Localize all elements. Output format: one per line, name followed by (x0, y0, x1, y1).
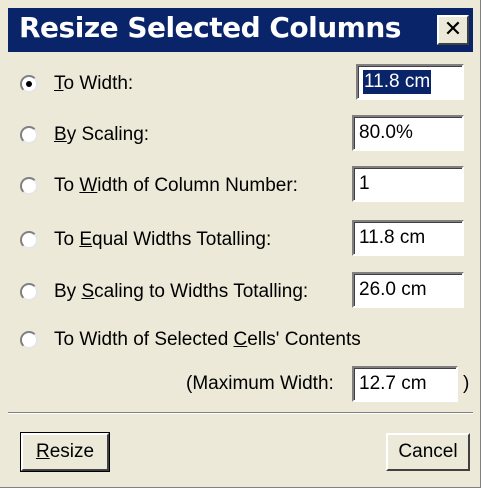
option-equal-widths[interactable]: To Equal Widths Totalling: (20, 222, 271, 258)
resize-button[interactable]: Resize (20, 432, 110, 472)
option-label: To Equal Widths Totalling: (54, 229, 272, 250)
equal-widths-input[interactable]: 11.8 cm (352, 220, 464, 256)
radio-to-width[interactable] (20, 75, 38, 93)
option-label: To Width of Column Number: (54, 175, 298, 196)
radio-equal-widths[interactable] (20, 231, 38, 249)
max-width-label: (Maximum Width: (186, 373, 334, 394)
max-width-close-paren: ) (463, 373, 470, 394)
close-icon: ✕ (443, 17, 463, 42)
option-by-scaling[interactable]: By Scaling: (20, 117, 149, 153)
to-width-input[interactable]: 11.8 cm (356, 64, 464, 100)
option-label: To Width of Selected Cells' Contents (54, 329, 361, 350)
column-number-input[interactable]: 1 (352, 166, 464, 202)
dialog-title: Resize Selected Columns (19, 11, 401, 44)
radio-scaling-widths[interactable] (20, 283, 38, 301)
option-scaling-widths[interactable]: By Scaling to Widths Totalling: (20, 274, 308, 310)
separator (8, 412, 473, 414)
scaling-widths-input[interactable]: 26.0 cm (352, 272, 464, 308)
cancel-button[interactable]: Cancel (386, 433, 470, 471)
option-label: To Width: (54, 73, 134, 94)
option-label: By Scaling: (54, 124, 150, 145)
option-column-number[interactable]: To Width of Column Number: (20, 168, 298, 204)
radio-by-scaling[interactable] (20, 126, 38, 144)
max-width-input[interactable]: 12.7 cm (352, 366, 458, 402)
title-bar[interactable]: Resize Selected Columns ✕ (8, 8, 473, 52)
close-button[interactable]: ✕ (437, 15, 469, 45)
option-cells-contents[interactable]: To Width of Selected Cells' Contents (20, 322, 361, 358)
radio-column-number[interactable] (20, 177, 38, 195)
by-scaling-input[interactable]: 80.0% (352, 115, 464, 151)
radio-cells-contents[interactable] (20, 331, 38, 349)
option-label: By Scaling to Widths Totalling: (54, 281, 309, 302)
resize-columns-dialog: Resize Selected Columns ✕ To Width: 11.8… (0, 0, 481, 488)
resize-button-label: Resize (35, 441, 95, 462)
selected-text: 11.8 cm (363, 70, 432, 94)
option-to-width[interactable]: To Width: (20, 66, 133, 102)
